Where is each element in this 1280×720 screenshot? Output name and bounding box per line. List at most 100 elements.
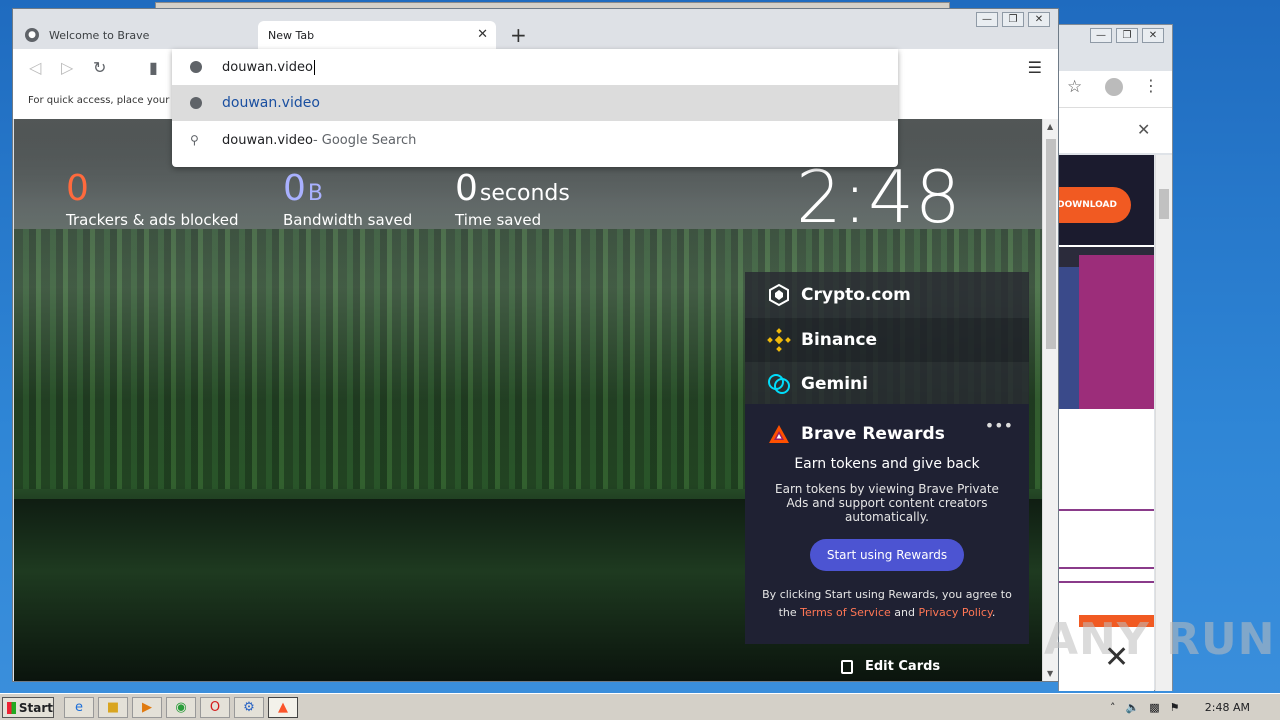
minimize-button[interactable]: — [976, 12, 998, 27]
reload-icon[interactable]: ↻ [93, 58, 106, 77]
widget-crypto-com[interactable]: Crypto.com [745, 272, 1029, 318]
tab-welcome[interactable]: ● Welcome to Brave [15, 21, 255, 49]
rewards-terms: By clicking Start using Rewards, you agr… [761, 586, 1013, 622]
privacy-policy-link[interactable]: Privacy Policy [919, 606, 992, 619]
stat-time: 0seconds Time saved [455, 168, 570, 230]
taskbar: Start e ■ ▶ ◉ O ⚙ ▲ ˄ 🔈 ▩ ⚑ 2:48 AM [0, 693, 1280, 720]
media-player-icon[interactable]: ▶ [132, 697, 162, 718]
widget-binance[interactable]: Binance [745, 318, 1029, 362]
suggestion-query: douwan.video [222, 132, 313, 148]
text-caret [313, 59, 315, 75]
omnibox-suggestion[interactable]: ⚲ douwan.video - Google Search [172, 122, 898, 158]
widget-label: Crypto.com [801, 285, 911, 305]
scroll-down-icon[interactable]: ▼ [1047, 669, 1053, 678]
omnibox-suggestion[interactable]: douwan.video [172, 85, 898, 121]
banner-image [1079, 255, 1154, 409]
show-hidden-icons-icon[interactable]: ˄ [1110, 701, 1116, 714]
scrollbar-thumb[interactable] [1046, 139, 1056, 349]
new-tab-button[interactable]: + [510, 23, 527, 47]
rewards-heading: Earn tokens and give back [794, 456, 980, 472]
program-icon[interactable]: ⚙ [234, 697, 264, 718]
page-scrollbar[interactable]: ▲ ▼ [1042, 119, 1058, 681]
menu-icon[interactable]: ⋮ [1143, 76, 1159, 95]
background-browser-window[interactable]: — ❐ ✕ ☆ ⋮ ✕ DOWNLOAD [1058, 24, 1173, 691]
close-tab-icon[interactable]: ✕ [477, 27, 488, 42]
terms-and: and [894, 606, 915, 619]
close-button[interactable]: ✕ [1142, 28, 1164, 43]
terms-suffix: . [991, 606, 996, 619]
background-page: DOWNLOAD [1059, 155, 1154, 691]
suggestion-url: douwan.video [222, 95, 320, 111]
binance-icon [767, 328, 791, 352]
suggestion-source: - Google Search [312, 132, 417, 148]
brave-taskbar-icon[interactable]: ▲ [268, 697, 298, 718]
omnibox-dropdown: douwan.video douwan.video ⚲ douwan.video… [172, 49, 898, 167]
widget-label: Binance [801, 330, 878, 350]
stat-unit: seconds [479, 181, 570, 206]
background-window-titlebar: — ❐ ✕ [1059, 25, 1172, 47]
rewards-title: Brave Rewards [801, 424, 945, 444]
download-button[interactable]: DOWNLOAD [1059, 187, 1131, 223]
network-icon[interactable]: ▩ [1149, 701, 1159, 714]
more-options-icon[interactable]: ••• [985, 416, 1013, 435]
banner-left [1059, 267, 1079, 409]
globe-icon [190, 61, 202, 73]
scroll-up-icon[interactable]: ▲ [1047, 122, 1053, 131]
divider [1059, 581, 1154, 583]
new-tab-page: 0 Trackers & ads blocked 0B Bandwidth sa… [14, 119, 1043, 681]
stat-trackers: 0 Trackers & ads blocked [66, 169, 238, 230]
brave-rewards-card: Brave Rewards ••• Earn tokens and give b… [745, 404, 1029, 644]
ie-icon[interactable]: e [64, 697, 94, 718]
tab-strip: ● Welcome to Brave New Tab ✕ + — ❐ ✕ [13, 9, 1058, 49]
stat-value: 0 [455, 168, 478, 209]
rewards-description: Earn tokens by viewing Brave Private Ads… [775, 482, 999, 524]
system-tray: ˄ 🔈 ▩ ⚑ [1102, 696, 1280, 719]
gemini-icon [767, 372, 791, 396]
restore-button[interactable]: ❐ [1116, 28, 1138, 43]
start-label: Start [18, 700, 53, 715]
volume-icon[interactable]: 🔈 [1126, 701, 1140, 714]
minimize-button[interactable]: — [1090, 28, 1112, 43]
bookmark-icon[interactable]: ▮ [149, 58, 158, 77]
windows-logo-icon [7, 701, 16, 714]
back-icon[interactable]: ◁ [29, 58, 41, 77]
omnibox-input-row[interactable]: douwan.video [172, 49, 898, 85]
start-button[interactable]: Start [2, 697, 54, 718]
close-button[interactable]: ✕ [1028, 12, 1050, 27]
stat-label: Time saved [455, 211, 542, 229]
tab-label: Welcome to Brave [49, 28, 150, 42]
chrome-icon[interactable]: ◉ [166, 697, 196, 718]
star-icon[interactable]: ☆ [1067, 77, 1082, 97]
omnibox-input[interactable]: douwan.video [222, 60, 313, 75]
edit-cards-icon [841, 659, 853, 674]
opera-icon[interactable]: O [200, 697, 230, 718]
edit-cards-button[interactable]: Edit Cards [841, 659, 940, 674]
divider [1059, 509, 1154, 511]
stat-label: Bandwidth saved [283, 211, 413, 229]
stat-unit: B [307, 181, 323, 206]
taskbar-clock[interactable]: 2:48 AM [1205, 701, 1250, 714]
forward-icon[interactable]: ▷ [61, 58, 73, 77]
close-icon[interactable]: ✕ [1104, 640, 1129, 675]
start-using-rewards-button[interactable]: Start using Rewards [810, 539, 964, 571]
terms-of-service-link[interactable]: Terms of Service [800, 606, 891, 619]
folder-icon[interactable]: ■ [98, 697, 128, 718]
globe-icon: ● [25, 28, 39, 42]
menu-icon[interactable]: ☰ [1028, 58, 1042, 77]
bookmark-hint: For quick access, place your b [28, 95, 179, 106]
background-infobar [1059, 107, 1172, 153]
flag-icon[interactable]: ⚑ [1170, 701, 1180, 714]
scrollbar[interactable] [1155, 155, 1172, 691]
rewards-header: Brave Rewards [767, 422, 945, 446]
widget-stack: Crypto.com Binance Gemini Brave Rewards … [745, 272, 1029, 644]
clock: 2:48 [796, 155, 962, 239]
edit-cards-label: Edit Cards [865, 659, 941, 674]
tab-new-tab[interactable]: New Tab ✕ [258, 21, 496, 49]
stat-bandwidth: 0B Bandwidth saved [283, 169, 413, 230]
bat-triangle-icon [767, 422, 791, 446]
widget-gemini[interactable]: Gemini [745, 362, 1029, 406]
divider [1059, 567, 1154, 569]
close-icon[interactable]: ✕ [1137, 120, 1150, 139]
account-icon[interactable] [1105, 78, 1123, 96]
restore-button[interactable]: ❐ [1002, 12, 1024, 27]
